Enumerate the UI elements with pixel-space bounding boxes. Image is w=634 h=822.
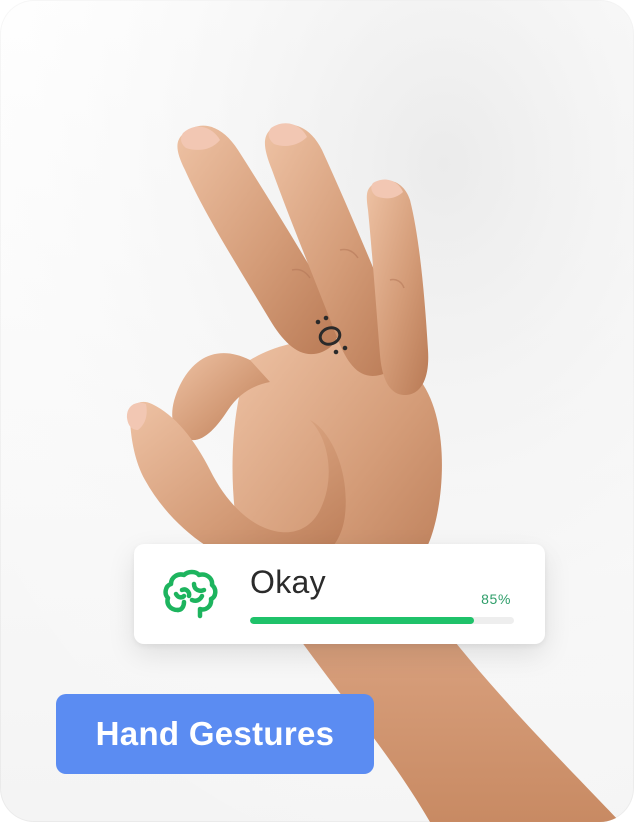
gesture-result-card: Okay 85% — [134, 544, 545, 644]
gesture-card: Okay 85% Hand Gestures — [0, 0, 634, 822]
confidence-bar — [250, 617, 514, 624]
hand-gestures-button[interactable]: Hand Gestures — [56, 694, 374, 774]
confidence-bar-fill — [250, 617, 475, 624]
confidence-percent: 85% — [481, 591, 511, 607]
brain-icon — [163, 569, 218, 619]
gesture-label: Okay — [250, 564, 326, 600]
